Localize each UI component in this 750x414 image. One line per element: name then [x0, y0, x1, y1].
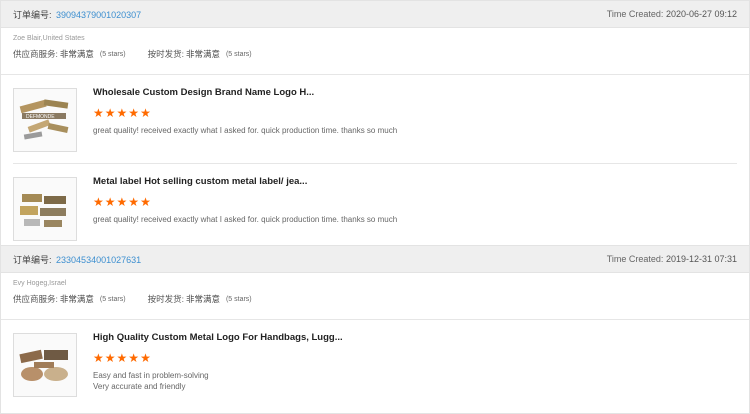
order-header: 订单编号: 39094379001020307 Time Created: 20… [1, 1, 749, 28]
supplier-ratings: 供应商服务: 非常满意 (5 stars) 按时发货: 非常满意 (5 star… [13, 48, 737, 60]
star-icon: ★ [93, 106, 104, 120]
time-created-label: Time Created: [606, 254, 664, 264]
order-id: 订单编号: 23304534001027631 [13, 253, 141, 266]
product-review-item: DEFMONDE Wholesale Custom Design Brand N… [13, 75, 737, 164]
rating-on-time-delivery: 按时发货: 非常满意 (5 stars) [148, 293, 252, 305]
buyer-section: Zoe Blair,United States 供应商服务: 非常满意 (5 s… [1, 28, 749, 68]
order-number-link[interactable]: 39094379001020307 [56, 10, 141, 20]
rating-value: 非常满意 [185, 49, 220, 59]
product-thumbnail[interactable]: DEFMONDE [13, 88, 77, 152]
product-info: Metal label Hot selling custom metal lab… [93, 176, 737, 225]
product-thumbnail[interactable] [13, 177, 77, 241]
star-icon: ★ [128, 195, 140, 209]
rating-value: 非常满意 [185, 294, 220, 304]
rating-value: 非常满意 [59, 294, 94, 304]
supplier-ratings: 供应商服务: 非常满意 (5 stars) 按时发货: 非常满意 (5 star… [13, 293, 737, 305]
rating-label: 供应商服务: [13, 294, 58, 304]
review-comment: great quality! received exactly what I a… [93, 215, 398, 224]
order-card: 订单编号: 39094379001020307 Time Created: 20… [0, 0, 750, 253]
rating-value: 非常满意 [59, 49, 94, 59]
star-icon: ★ [128, 351, 140, 365]
rating-supplier-service: 供应商服务: 非常满意 (5 stars) [13, 48, 126, 60]
star-icon: ★ [93, 195, 104, 209]
rating-label: 按时发货: [147, 49, 184, 59]
rating-stars-text: (5 stars) [99, 50, 126, 58]
rating-supplier-service: 供应商服务: 非常满意 (5 stars) [13, 293, 126, 305]
product-star-rating: ★ ★ ★ ★ ★ [93, 352, 737, 364]
product-review-item: High Quality Custom Metal Logo For Handb… [13, 320, 737, 413]
svg-text:DEFMONDE: DEFMONDE [26, 114, 55, 120]
product-title-link[interactable]: High Quality Custom Metal Logo For Handb… [93, 332, 737, 344]
order-card: 订单编号: 23304534001027631 Time Created: 20… [0, 245, 750, 414]
order-number-label: 订单编号: [13, 254, 52, 265]
order-number-link[interactable]: 23304534001027631 [56, 255, 141, 265]
product-info: High Quality Custom Metal Logo For Handb… [93, 332, 737, 392]
buyer-name: Zoe Blair,United States [13, 35, 85, 42]
order-id: 订单编号: 39094379001020307 [13, 8, 141, 21]
star-icon: ★ [104, 106, 116, 120]
product-review-item: Metal label Hot selling custom metal lab… [13, 164, 737, 252]
star-icon: ★ [116, 106, 128, 120]
star-icon: ★ [116, 195, 128, 209]
product-title-link[interactable]: Metal label Hot selling custom metal lab… [93, 176, 737, 188]
star-icon: ★ [128, 106, 140, 120]
rating-label: 按时发货: [147, 294, 184, 304]
product-thumbnail[interactable] [13, 333, 77, 397]
review-comment: Very accurate and friendly [93, 382, 186, 391]
rating-label: 供应商服务: [13, 49, 58, 59]
rating-stars-text: (5 stars) [99, 295, 126, 303]
order-header: 订单编号: 23304534001027631 Time Created: 20… [1, 246, 749, 273]
buyer-section: Evy Hogeg,Israel 供应商服务: 非常满意 (5 stars) 按… [1, 273, 749, 313]
review-comment: Easy and fast in problem-solving [93, 371, 209, 380]
product-title-link[interactable]: Wholesale Custom Design Brand Name Logo … [93, 87, 737, 99]
star-icon: ★ [116, 351, 128, 365]
star-icon: ★ [104, 195, 116, 209]
rating-stars-text: (5 stars) [225, 50, 252, 58]
star-icon: ★ [93, 351, 104, 365]
buyer-name: Evy Hogeg,Israel [13, 280, 67, 287]
rating-stars-text: (5 stars) [225, 295, 252, 303]
star-icon: ★ [140, 351, 151, 365]
review-comment: great quality! received exactly what I a… [93, 126, 398, 135]
star-icon: ★ [140, 195, 151, 209]
product-info: Wholesale Custom Design Brand Name Logo … [93, 87, 737, 136]
order-time: Time Created: 2020-06-27 09:12 [607, 9, 737, 19]
product-star-rating: ★ ★ ★ ★ ★ [93, 196, 737, 208]
order-number-label: 订单编号: [13, 9, 52, 20]
star-icon: ★ [104, 351, 116, 365]
time-created-value: 2020-06-27 09:12 [665, 9, 737, 19]
rating-on-time-delivery: 按时发货: 非常满意 (5 stars) [148, 48, 252, 60]
star-icon: ★ [140, 106, 151, 120]
time-created-label: Time Created: [606, 9, 664, 19]
order-time: Time Created: 2019-12-31 07:31 [607, 254, 737, 264]
product-star-rating: ★ ★ ★ ★ ★ [93, 107, 737, 119]
time-created-value: 2019-12-31 07:31 [665, 254, 737, 264]
